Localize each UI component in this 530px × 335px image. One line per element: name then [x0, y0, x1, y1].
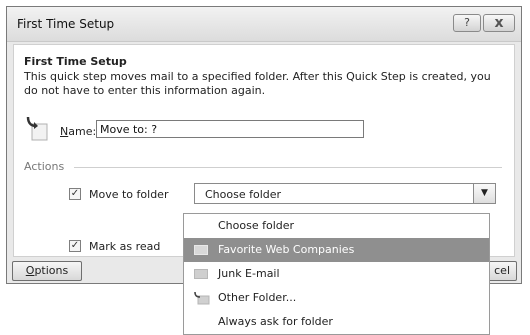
folder-dropdown-list: Choose folder Favorite Web Companies Jun… — [183, 213, 490, 335]
folder-combo-box[interactable]: Choose folder ▼ — [194, 183, 496, 204]
actions-divider — [74, 167, 502, 168]
close-icon: x — [494, 15, 504, 31]
description-text: This quick step moves mail to a specifie… — [24, 70, 491, 97]
checkmark-icon: ✓ — [70, 240, 80, 251]
dropdown-item-other-folder[interactable]: Other Folder... — [184, 286, 489, 310]
title-bar[interactable]: First Time Setup ? x — [7, 7, 521, 42]
dialog-title: First Time Setup — [17, 17, 115, 31]
mark-as-read-checkbox[interactable]: ✓ — [69, 240, 81, 252]
checkmark-icon: ✓ — [70, 188, 80, 199]
folder-icon — [194, 269, 208, 279]
actions-label: Actions — [24, 160, 65, 173]
dropdown-item-choose-folder[interactable]: Choose folder — [184, 214, 489, 238]
folder-icon — [194, 245, 208, 255]
section-heading: First Time Setup — [24, 55, 127, 68]
options-button[interactable]: Options — [12, 261, 82, 281]
move-to-folder-icon — [26, 116, 48, 141]
close-button[interactable]: x — [483, 14, 515, 32]
chevron-down-icon: ▼ — [481, 188, 488, 198]
combo-dropdown-button[interactable]: ▼ — [473, 184, 495, 203]
move-to-folder-checkbox[interactable]: ✓ — [69, 188, 81, 200]
folder-combo-value: Choose folder — [205, 188, 282, 201]
help-icon: ? — [464, 16, 470, 29]
name-label: Name: — [60, 125, 97, 138]
dropdown-item-favorite-web-companies[interactable]: Favorite Web Companies — [184, 238, 489, 262]
dropdown-item-always-ask[interactable]: Always ask for folder — [184, 310, 489, 334]
dropdown-item-junk-email[interactable]: Junk E-mail — [184, 262, 489, 286]
help-button[interactable]: ? — [453, 14, 481, 32]
name-input[interactable] — [96, 120, 364, 138]
move-folder-icon — [194, 291, 210, 305]
mark-as-read-label[interactable]: Mark as read — [89, 240, 160, 253]
move-to-folder-label[interactable]: Move to folder — [89, 188, 168, 201]
